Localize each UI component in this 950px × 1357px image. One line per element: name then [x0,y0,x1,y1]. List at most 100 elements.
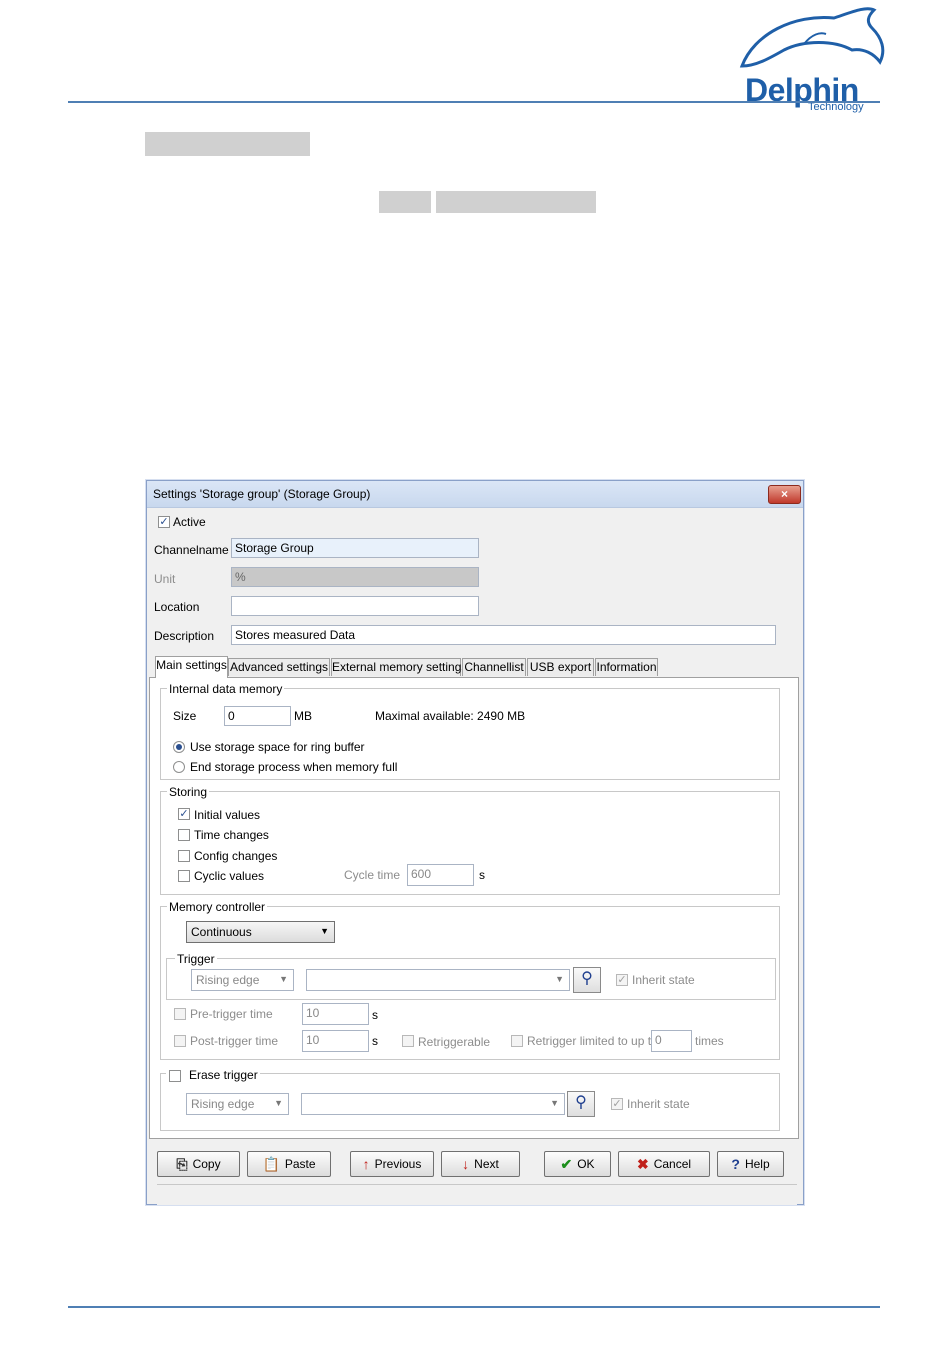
ring-buffer-radio[interactable] [173,741,185,753]
erase-trigger-checkbox[interactable] [169,1070,181,1082]
max-available-text: Maximal available: 2490 MB [375,709,526,723]
internal-memory-title: Internal data memory [167,682,285,696]
description-input[interactable]: Stores measured Data [231,625,776,645]
cancel-label: Cancel [653,1157,692,1171]
memory-mode-select[interactable]: Continuous ▼ [186,921,335,943]
erase-inherit-label: Inherit state [627,1097,690,1111]
unit-input: % [231,567,479,587]
paste-button[interactable]: 📋 Paste [247,1151,331,1177]
erase-edge-select[interactable]: Rising edge ▼ [186,1093,289,1115]
storing-title: Storing [167,785,210,799]
cycle-time-input[interactable]: 600 [407,864,474,886]
cycle-time-unit: s [479,868,485,882]
size-unit: MB [294,709,312,723]
pre-trigger-unit: s [372,1008,378,1022]
channelname-input[interactable]: Storage Group [231,538,479,558]
paste-icon: 📋 [262,1155,280,1172]
chevron-down-icon: ▼ [320,926,329,936]
memory-controller-title: Memory controller [167,900,268,914]
time-changes-checkbox[interactable] [178,829,190,841]
location-input[interactable] [231,596,479,616]
tab-information[interactable]: Information [595,658,658,676]
post-trigger-label: Post-trigger time [190,1034,279,1048]
retrigger-limited-checkbox[interactable] [511,1035,523,1047]
channelname-label: Channelname [154,543,229,557]
tab-channellist[interactable]: Channellist [462,658,526,676]
description-label: Description [154,629,215,643]
end-storage-label: End storage process when memory full [190,760,398,774]
help-button[interactable]: ? Help [717,1151,784,1177]
active-label: Active [173,515,206,529]
ok-label: OK [577,1157,595,1171]
cyclic-values-label: Cyclic values [194,869,265,883]
chevron-down-icon: ▼ [274,1098,283,1108]
header-rule [68,101,880,103]
tab-advanced-settings[interactable]: Advanced settings [228,658,330,676]
post-trigger-checkbox[interactable] [174,1035,186,1047]
help-label: Help [744,1157,770,1171]
dialog-title: Settings 'Storage group' (Storage Group) [153,487,371,501]
erase-edge-value: Rising edge [191,1097,255,1111]
tab-usb-export[interactable]: USB export [527,658,594,676]
ok-button[interactable]: ✔ OK [544,1151,611,1177]
redacted-text-a [379,191,431,213]
trigger-edge-select[interactable]: Rising edge ▼ [191,969,294,991]
next-button[interactable]: ↓ Next [441,1151,520,1177]
erase-channel-select[interactable]: ▼ [301,1093,565,1115]
retrigger-limited-label: Retrigger limited to up to [527,1034,658,1048]
config-changes-checkbox[interactable] [178,850,190,862]
initial-values-label: Initial values [194,808,261,822]
active-checkbox[interactable]: ✓ [158,516,170,528]
initial-values-checkbox[interactable]: ✓ [178,808,190,820]
copy-icon: ⎘ [176,1155,188,1172]
pre-trigger-label: Pre-trigger time [190,1007,273,1021]
cross-icon: ✖ [636,1155,649,1172]
cyclic-values-checkbox[interactable] [178,870,190,882]
checkmark-icon: ✔ [560,1155,573,1172]
trigger-inherit-checkbox[interactable]: ✓ [616,974,628,986]
trigger-inherit-label: Inherit state [632,973,695,987]
cancel-button[interactable]: ✖ Cancel [618,1151,710,1177]
size-input[interactable]: 0 [224,706,291,726]
trigger-edge-value: Rising edge [196,973,260,987]
retriggerable-label: Retriggerable [418,1035,491,1049]
erase-search-button[interactable]: ⚲ [567,1091,595,1117]
cycle-time-label: Cycle time [344,868,401,882]
retriggerable-checkbox[interactable] [402,1035,414,1047]
chevron-down-icon: ▼ [550,1098,559,1108]
retrigger-count-input[interactable]: 0 [651,1030,692,1052]
post-trigger-input[interactable]: 10 [302,1030,369,1052]
end-storage-radio[interactable] [173,761,185,773]
redacted-text-b [436,191,596,213]
status-strip [157,1184,797,1205]
retrigger-times-label: times [695,1034,724,1048]
previous-button[interactable]: ↑ Previous [350,1151,434,1177]
chevron-down-icon: ▼ [555,974,564,984]
tab-external-memory-settings[interactable]: External memory settings [331,658,467,676]
arrow-down-icon: ↓ [462,1156,470,1172]
config-changes-label: Config changes [194,849,278,863]
tab-main-settings[interactable]: Main settings [155,656,228,678]
unit-label: Unit [154,572,176,586]
memory-mode-value: Continuous [191,925,252,939]
arrow-up-icon: ↑ [362,1156,370,1172]
footer-rule [68,1306,880,1308]
previous-label: Previous [374,1157,422,1171]
pre-trigger-input[interactable]: 10 [302,1003,369,1025]
copy-label: Copy [192,1157,221,1171]
copy-button[interactable]: ⎘ Copy [157,1151,240,1177]
magnifier-icon: ⚲ [581,970,593,987]
dialog-titlebar: Settings 'Storage group' (Storage Group)… [147,481,803,508]
redacted-heading [145,132,310,156]
time-changes-label: Time changes [194,828,269,842]
pre-trigger-checkbox[interactable] [174,1008,186,1020]
paste-label: Paste [284,1157,316,1171]
location-label: Location [154,600,200,614]
post-trigger-unit: s [372,1034,378,1048]
close-button[interactable]: × [768,485,801,504]
erase-inherit-checkbox[interactable]: ✓ [611,1098,623,1110]
trigger-channel-select[interactable]: ▼ [306,969,570,991]
trigger-search-button[interactable]: ⚲ [573,967,601,993]
size-label: Size [173,709,197,723]
trigger-title: Trigger [175,952,217,966]
